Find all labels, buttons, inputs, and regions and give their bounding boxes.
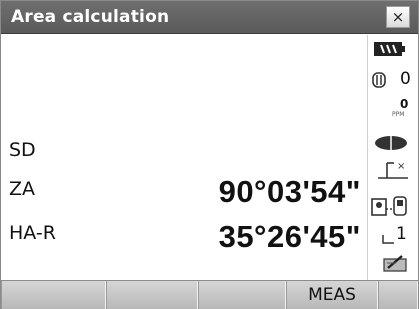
softkey-3[interactable]: [198, 281, 286, 309]
ppm-label: PPM: [392, 111, 405, 118]
window-title: Area calculation: [11, 7, 170, 27]
measurement-label: HA-R: [9, 222, 56, 244]
measurement-row-ha-r: HA-R 35°26'45": [7, 217, 363, 257]
svg-text:×: ×: [397, 161, 405, 172]
close-icon: ×: [391, 8, 405, 26]
measurement-row-sd: SD: [7, 129, 363, 169]
close-button[interactable]: ×: [386, 6, 410, 28]
prism-target-icon[interactable]: [374, 135, 408, 155]
softkey-5[interactable]: [378, 281, 418, 309]
battery-icon[interactable]: [374, 41, 406, 61]
page-indicator[interactable]: 1: [382, 224, 416, 249]
ppm-indicator[interactable]: 0 PPM: [390, 97, 418, 123]
app-screen: Area calculation × SD ZA 90°03'54" HA-R …: [0, 0, 419, 309]
tilt-compensation-icon[interactable]: ×: [376, 159, 410, 185]
softkey-bar: MEAS: [1, 280, 418, 309]
ppm-value: 0: [400, 97, 409, 111]
status-bar: 0 0 PPM × 1: [367, 35, 419, 281]
softkey-2[interactable]: [106, 281, 198, 309]
prism-constant-value: 0: [400, 69, 411, 89]
meas-button[interactable]: MEAS: [286, 281, 378, 309]
input-mode-icon[interactable]: [382, 253, 408, 277]
prism-icon: [372, 72, 386, 88]
measurement-label: ZA: [9, 178, 36, 200]
page-icon: [382, 235, 394, 244]
softkey-1[interactable]: [1, 281, 106, 309]
measurement-value: 35°26'45": [218, 219, 361, 254]
measurement-panel: SD ZA 90°03'54" HA-R 35°26'45": [7, 35, 363, 281]
prism-constant[interactable]: 0: [370, 69, 419, 91]
title-bar: Area calculation ×: [1, 1, 418, 34]
measurement-value: 90°03'54": [218, 174, 361, 209]
page-number: 1: [396, 224, 407, 244]
measurement-label: SD: [9, 139, 36, 161]
measurement-row-za: ZA 90°03'54": [7, 172, 363, 212]
communication-icon[interactable]: [370, 191, 410, 223]
